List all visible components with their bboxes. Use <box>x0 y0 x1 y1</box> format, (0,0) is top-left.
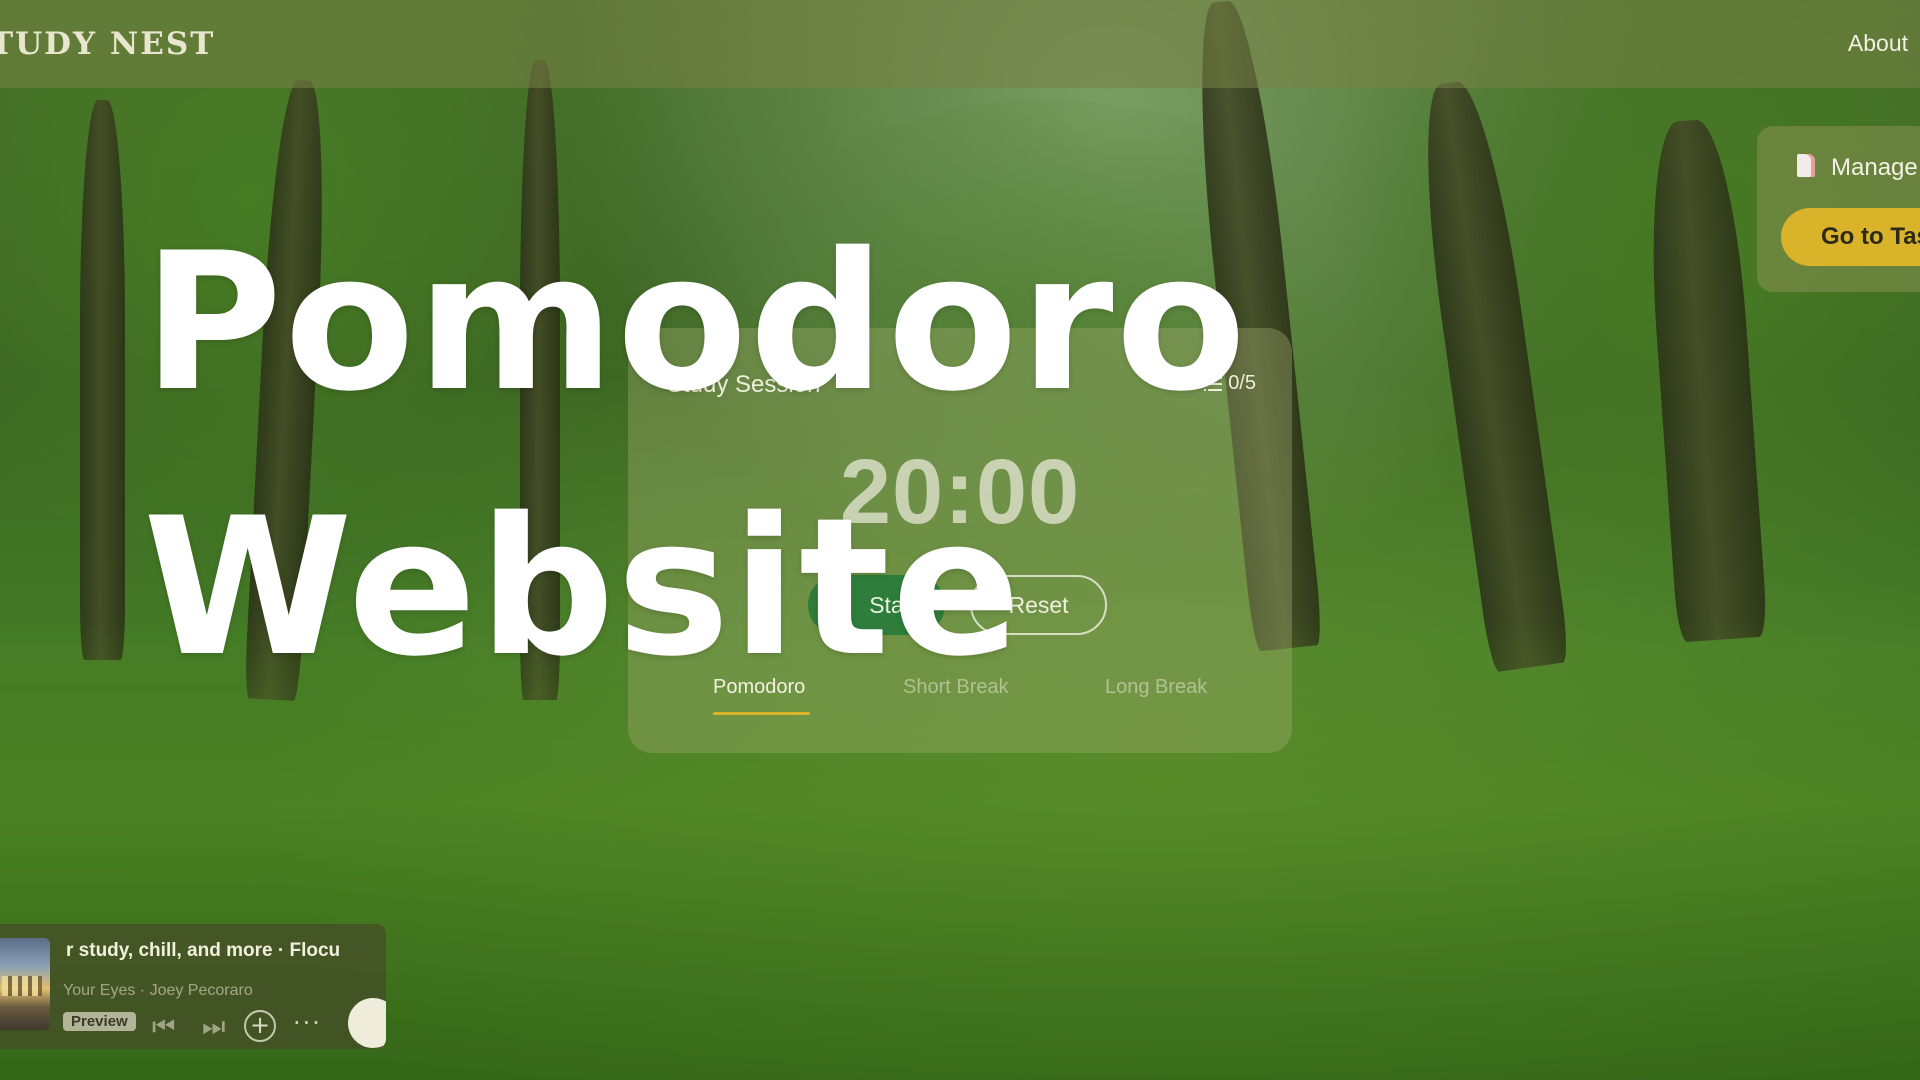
more-options-icon[interactable]: ··· <box>293 1010 322 1036</box>
about-link[interactable]: About <box>1848 30 1908 57</box>
album-art <box>0 938 50 1030</box>
play-button-icon[interactable] <box>348 998 386 1048</box>
manage-tasks-label: Manage T <box>1831 154 1920 181</box>
playlist-title[interactable]: r study, chill, and more · Flocu <box>66 940 340 962</box>
document-icon <box>1797 154 1815 177</box>
music-player: r study, chill, and more · Flocu Your Ey… <box>0 924 386 1049</box>
forest-background: TUDY NEST About Manage T Go to Tas Study… <box>0 0 1920 1080</box>
go-to-tasks-button[interactable]: Go to Tas <box>1781 208 1920 266</box>
hero-title-line2: Website <box>143 477 1023 698</box>
tasks-card: Manage T Go to Tas <box>1757 126 1920 292</box>
skip-next-icon[interactable]: ⏭ <box>202 1014 225 1040</box>
brand-logo[interactable]: TUDY NEST <box>0 26 215 62</box>
hero-title-line1: Pomodoro <box>143 212 1249 433</box>
top-nav: TUDY NEST About <box>0 0 1920 88</box>
track-info: Your Eyes · Joey Pecoraro <box>63 982 253 999</box>
preview-badge: Preview <box>63 1012 136 1031</box>
skip-previous-icon[interactable]: ⏮ <box>152 1014 175 1040</box>
add-circle-icon[interactable]: + <box>244 1010 276 1042</box>
hero-title: Pomodoro Website <box>143 190 1248 720</box>
